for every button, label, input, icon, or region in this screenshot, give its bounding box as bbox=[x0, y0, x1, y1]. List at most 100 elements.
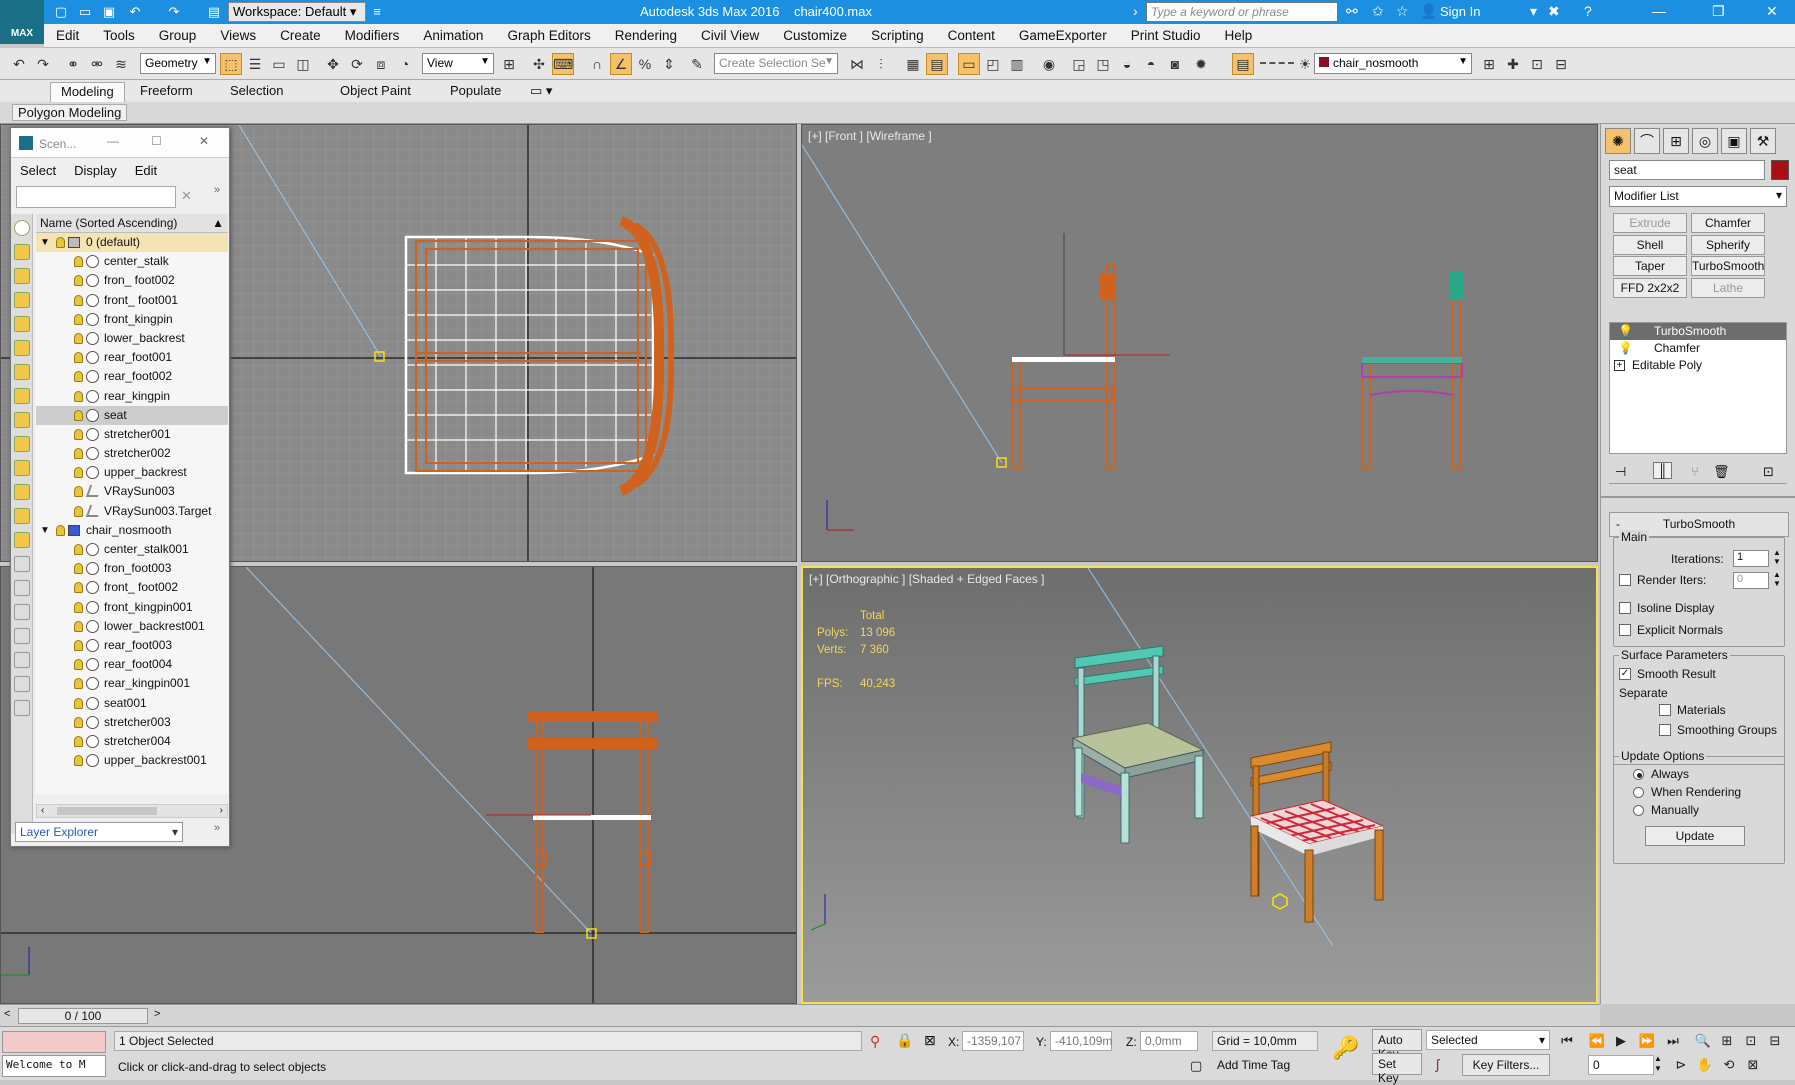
visibility-bulb-icon[interactable] bbox=[74, 448, 83, 460]
y-coordinate-field[interactable]: -410,109m bbox=[1050, 1031, 1112, 1051]
maximize-icon[interactable]: ❐ bbox=[1712, 3, 1725, 20]
selection-filter-dropdown[interactable]: Geometry ▼ bbox=[140, 53, 216, 74]
chair-orange-3d[interactable] bbox=[1249, 741, 1385, 923]
chevron-down-icon[interactable]: ▾ bbox=[1530, 3, 1537, 20]
isolate-selection-icon[interactable]: ⚲ bbox=[870, 1033, 880, 1050]
set-key-mode-icon[interactable]: 🔑 bbox=[1332, 1035, 1359, 1061]
select-none-icon[interactable] bbox=[14, 604, 30, 620]
select-object-icon[interactable]: ⬚ bbox=[220, 53, 242, 75]
select-in-layer-icon[interactable]: ⊡ bbox=[1526, 53, 1548, 75]
visibility-bulb-icon[interactable] bbox=[74, 735, 83, 747]
motion-tab-icon[interactable]: ◎ bbox=[1692, 128, 1718, 154]
scene-explorer[interactable]: Scen... — ☐ ✕ Select Display Edit ✕ » Name… bbox=[10, 127, 230, 847]
scene-object-row[interactable]: stretcher001 bbox=[36, 425, 228, 444]
display-containers-icon[interactable] bbox=[14, 460, 30, 476]
modifier-bulb-icon[interactable]: 💡 bbox=[1618, 340, 1633, 357]
object-name-field[interactable]: seat bbox=[1609, 160, 1765, 180]
tab-freeform[interactable]: Freeform bbox=[130, 82, 203, 102]
toggle-layer-explorer-icon[interactable]: ▤ bbox=[926, 53, 948, 75]
pivot-point-icon[interactable]: ⊞ bbox=[498, 53, 520, 75]
scene-object-row[interactable]: rear_foot004 bbox=[36, 655, 228, 674]
update-when-rendering-radio[interactable] bbox=[1633, 787, 1644, 798]
go-to-end-icon[interactable]: ⏭ bbox=[1662, 1031, 1684, 1051]
save-icon[interactable]: ▣ bbox=[100, 3, 118, 21]
rendered-frame-window-icon[interactable]: ◳ bbox=[1092, 53, 1114, 75]
absolute-mode-icon[interactable]: ⊠ bbox=[924, 1032, 936, 1049]
configure-modifier-sets-icon[interactable]: ⊡ bbox=[1763, 464, 1774, 480]
visibility-bulb-icon[interactable] bbox=[74, 294, 83, 306]
toggle-scene-explorer-icon[interactable]: ▦ bbox=[902, 53, 924, 75]
visibility-bulb-icon[interactable] bbox=[74, 544, 83, 555]
place-icon[interactable]: ◔ bbox=[394, 53, 416, 75]
key-mode-dropdown[interactable]: Selected ▾ bbox=[1426, 1030, 1550, 1050]
scene-object-row[interactable]: stretcher002 bbox=[36, 444, 228, 463]
modifier-bulb-icon[interactable]: 💡 bbox=[1618, 323, 1633, 340]
ribbon-options-icon[interactable]: ▭ ▾ bbox=[520, 82, 562, 102]
scene-object-row[interactable]: front_kingpin001 bbox=[36, 598, 228, 617]
visibility-bulb-icon[interactable] bbox=[74, 486, 83, 498]
scene-menu-display[interactable]: Display bbox=[65, 158, 126, 183]
menu-help[interactable]: Help bbox=[1213, 24, 1265, 43]
viewport-front[interactable]: [+] [Front ] [Wireframe ] bbox=[801, 124, 1598, 562]
favorites-icon[interactable]: ☆ bbox=[1396, 3, 1409, 20]
display-lights-icon[interactable] bbox=[14, 292, 30, 308]
add-time-tag-button[interactable]: Add Time Tag bbox=[1212, 1055, 1318, 1077]
scene-object-row[interactable]: VRaySun003 bbox=[36, 482, 228, 501]
chair-right-front[interactable] bbox=[1361, 272, 1464, 469]
visibility-bulb-icon[interactable] bbox=[74, 639, 83, 651]
user-icon[interactable]: 👤 bbox=[1420, 3, 1437, 20]
visibility-bulb-icon[interactable] bbox=[74, 467, 83, 479]
options-icon[interactable] bbox=[14, 700, 30, 716]
expand-triangle-icon[interactable]: ▼ bbox=[40, 233, 50, 252]
minimize-icon[interactable]: — bbox=[1652, 3, 1666, 19]
zoom-extents-icon[interactable]: ⊡ bbox=[1740, 1031, 1762, 1051]
search-input[interactable]: Type a keyword or phrase bbox=[1146, 2, 1338, 22]
help-icon[interactable]: ? bbox=[1584, 3, 1592, 19]
visibility-bulb-icon[interactable] bbox=[74, 716, 83, 728]
undo-icon[interactable]: ↶ bbox=[8, 53, 30, 75]
separate-materials-checkbox[interactable] bbox=[1659, 704, 1671, 716]
tab-populate[interactable]: Populate bbox=[440, 82, 511, 102]
explorer-type-dropdown[interactable]: Layer Explorer ▾ bbox=[15, 822, 183, 842]
default-in-out-tangents-icon[interactable]: ʃ bbox=[1436, 1056, 1439, 1072]
viewport-perspective[interactable]: [+] [Orthographic ] [Shaded + Edged Face… bbox=[801, 566, 1598, 1004]
render-setup-icon[interactable]: ◲ bbox=[1068, 53, 1090, 75]
open-file-icon[interactable]: ▭ bbox=[76, 3, 94, 21]
align-icon[interactable]: ⫶ bbox=[870, 53, 892, 75]
layer-row[interactable]: ▼ 0 (default) bbox=[36, 233, 228, 253]
make-unique-icon[interactable]: ⑂ bbox=[1691, 464, 1699, 479]
scroll-left-icon[interactable]: ‹ bbox=[41, 805, 44, 816]
visibility-bulb-icon[interactable] bbox=[74, 582, 83, 594]
window-crossing-icon[interactable]: ◫ bbox=[292, 53, 314, 75]
update-button[interactable]: Update bbox=[1645, 826, 1745, 846]
menu-content[interactable]: Content bbox=[936, 24, 1007, 43]
tab-object-paint[interactable]: Object Paint bbox=[330, 82, 421, 102]
modifier-button-taper[interactable]: Taper bbox=[1613, 256, 1687, 276]
field-of-view-icon[interactable]: ⊳ bbox=[1670, 1055, 1692, 1075]
move-icon[interactable]: ✥ bbox=[322, 53, 344, 75]
scrollbar-thumb[interactable] bbox=[57, 807, 157, 815]
create-tab-icon[interactable]: ✺ bbox=[1605, 128, 1631, 154]
modifier-button-turbosmooth[interactable]: TurboSmooth bbox=[1691, 256, 1765, 276]
visibility-bulb-icon[interactable] bbox=[74, 256, 83, 268]
set-key-button[interactable]: Set Key bbox=[1372, 1053, 1422, 1085]
menu-edit[interactable]: Edit bbox=[44, 24, 91, 43]
scene-object-row[interactable]: lower_backrest001 bbox=[36, 617, 228, 636]
sign-in-link[interactable]: Sign In bbox=[1440, 4, 1480, 19]
keyboard-shortcut-override-icon[interactable]: ⌨ bbox=[552, 53, 574, 75]
z-coordinate-field[interactable]: 0,0mm bbox=[1140, 1031, 1198, 1051]
scroll-right-icon[interactable]: › bbox=[220, 805, 223, 816]
visibility-bulb-icon[interactable] bbox=[74, 390, 83, 402]
play-icon[interactable]: ▶ bbox=[1610, 1031, 1632, 1051]
link-icon[interactable]: ⚭ bbox=[62, 53, 84, 75]
curve-editor-icon[interactable]: ◰ bbox=[982, 53, 1004, 75]
menu-scripting[interactable]: Scripting bbox=[859, 24, 936, 43]
scale-icon[interactable]: ⧈ bbox=[370, 53, 392, 75]
display-groups-icon[interactable] bbox=[14, 388, 30, 404]
find-field[interactable] bbox=[16, 186, 176, 208]
seat-left[interactable] bbox=[533, 815, 651, 820]
current-frame-field[interactable]: 0 bbox=[1588, 1055, 1654, 1075]
create-layer-icon[interactable]: ⊞ bbox=[1478, 53, 1500, 75]
seat-front[interactable] bbox=[1012, 357, 1115, 362]
tab-modeling[interactable]: Modeling bbox=[50, 82, 125, 102]
